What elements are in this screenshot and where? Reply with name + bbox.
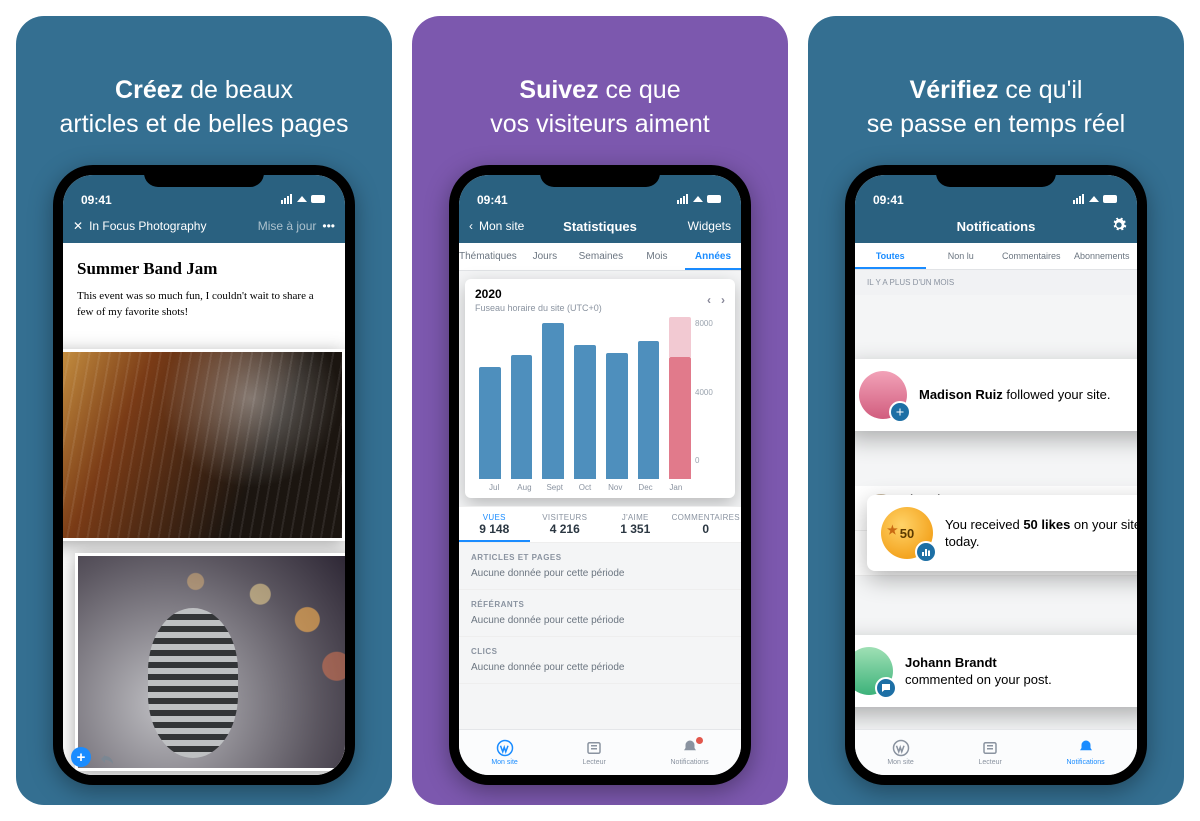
stat-commentaires[interactable]: COMMENTAIRES0 [671, 507, 742, 542]
chart-card: 2020 Fuseau horaire du site (UTC+0) ‹ › … [465, 279, 735, 498]
chevron-left-icon[interactable]: ‹ [469, 219, 473, 233]
tab-thematiques[interactable]: Thématiques [459, 243, 517, 270]
publish-button[interactable]: Mise à jour [258, 219, 317, 233]
bar-Jul[interactable] [479, 367, 501, 479]
more-icon[interactable]: ••• [322, 219, 335, 233]
bar-Nov[interactable] [606, 353, 628, 479]
promo-panel-notifications: Vérifiez ce qu'il se passe en temps réel… [808, 16, 1184, 805]
plus-icon [889, 401, 911, 423]
bar-chart[interactable]: 8000 4000 0 [475, 319, 725, 479]
stats-navbar: ‹ Mon site Statistiques Widgets [459, 209, 741, 243]
tab-lecteur[interactable]: Lecteur [978, 739, 1001, 766]
tab-notifications[interactable]: Notifications [671, 739, 709, 766]
stats-strip: VUES9 148 VISITEURS4 216 J'AIME1 351 COM… [459, 506, 741, 543]
promo-panel-editor: Créez de beaux articles et de belles pag… [16, 16, 392, 805]
next-period-button[interactable]: › [721, 293, 725, 307]
range-tabs: Thématiques Jours Semaines Mois Années [459, 243, 741, 271]
editor-navbar: ✕ In Focus Photography Mise à jour ••• [63, 209, 345, 243]
signal-wifi-battery-icon [1073, 193, 1119, 207]
tab-jours[interactable]: Jours [517, 243, 573, 270]
stat-visiteurs[interactable]: VISITEURS4 216 [530, 507, 601, 542]
bar-Oct[interactable] [574, 345, 596, 479]
tab-mon-site[interactable]: Mon site [491, 739, 517, 766]
gear-icon[interactable] [1111, 217, 1127, 236]
popover-comment[interactable]: Johann Brandtcommented on your post. [855, 635, 1137, 707]
avatar [855, 647, 893, 695]
bar-Dec[interactable] [638, 341, 660, 479]
section-articles: ARTICLES ET PAGESAucune donnée pour cett… [459, 543, 741, 590]
chart-year: 2020 [475, 287, 602, 301]
tab-lecteur[interactable]: Lecteur [582, 739, 605, 766]
promo-panel-stats: Suivez ce que vos visiteurs aiment 09:41… [412, 16, 788, 805]
ntab-toutes[interactable]: Toutes [855, 243, 926, 269]
signal-wifi-battery-icon [677, 193, 723, 207]
avatar [859, 371, 907, 419]
post-title[interactable]: Summer Band Jam [77, 259, 331, 279]
bar-Sept[interactable] [542, 323, 564, 479]
prev-period-button[interactable]: ‹ [707, 293, 711, 307]
notif-tabs: Toutes Non lu Commentaires Abonnements [855, 243, 1137, 270]
chart-tz: Fuseau horaire du site (UTC+0) [475, 303, 602, 313]
tagline: Créez de beaux articles et de belles pag… [59, 40, 348, 141]
editor-canvas[interactable]: Summer Band Jam This event was so much f… [63, 243, 345, 775]
popover-likes[interactable]: 50 You received 50 likes on your site to… [867, 495, 1137, 571]
section-clics: CLICSAucune donnée pour cette période [459, 637, 741, 684]
phone-mock: 09:41 Notifications Toutes Non lu Commen… [845, 165, 1147, 785]
close-icon[interactable]: ✕ [73, 219, 83, 233]
screen-title: Statistiques [563, 219, 637, 234]
stats-icon [915, 541, 937, 563]
post-body[interactable]: This event was so much fun, I couldn't w… [77, 289, 331, 320]
tab-mon-site[interactable]: Mon site [887, 739, 913, 766]
popover-follow[interactable]: Madison Ruiz followed your site. [855, 359, 1137, 431]
tagline: Suivez ce que vos visiteurs aiment [490, 40, 710, 141]
bottom-bar: Mon site Lecteur Notifications [855, 729, 1137, 775]
ntab-abonnements[interactable]: Abonnements [1067, 243, 1138, 269]
ntab-nonlu[interactable]: Non lu [926, 243, 997, 269]
bar-Aug[interactable] [511, 355, 533, 479]
signal-wifi-battery-icon [281, 193, 327, 207]
bottom-bar: Mon site Lecteur Notifications [459, 729, 741, 775]
tab-annees[interactable]: Années [685, 243, 741, 270]
back-label[interactable]: Mon site [479, 219, 524, 233]
back-title[interactable]: In Focus Photography [89, 219, 206, 233]
notif-navbar: Notifications [855, 209, 1137, 243]
image-block-microphone[interactable] [75, 553, 345, 771]
stat-vues[interactable]: VUES9 148 [459, 507, 530, 542]
tab-semaines[interactable]: Semaines [573, 243, 629, 270]
screen-title: Notifications [957, 219, 1036, 234]
comment-icon [875, 677, 897, 699]
section-header: IL Y A PLUS D'UN MOIS [855, 270, 1137, 295]
tab-notifications[interactable]: Notifications [1067, 739, 1105, 766]
ntab-commentaires[interactable]: Commentaires [996, 243, 1067, 269]
bar-Jan[interactable] [669, 357, 691, 479]
milestone-badge: 50 [881, 507, 933, 559]
tab-mois[interactable]: Mois [629, 243, 685, 270]
phone-mock: 09:41 ‹ Mon site Statistiques Widgets Th… [449, 165, 751, 785]
widgets-button[interactable]: Widgets [688, 219, 731, 233]
tagline: Vérifiez ce qu'il se passe en temps réel [867, 40, 1125, 141]
stat-jaime[interactable]: J'AIME1 351 [600, 507, 671, 542]
image-block-guitar[interactable] [63, 349, 345, 541]
undo-icon[interactable] [99, 753, 115, 765]
section-referants: RÉFÉRANTSAucune donnée pour cette périod… [459, 590, 741, 637]
phone-mock: 09:41 ✕ In Focus Photography Mise à jour… [53, 165, 355, 785]
